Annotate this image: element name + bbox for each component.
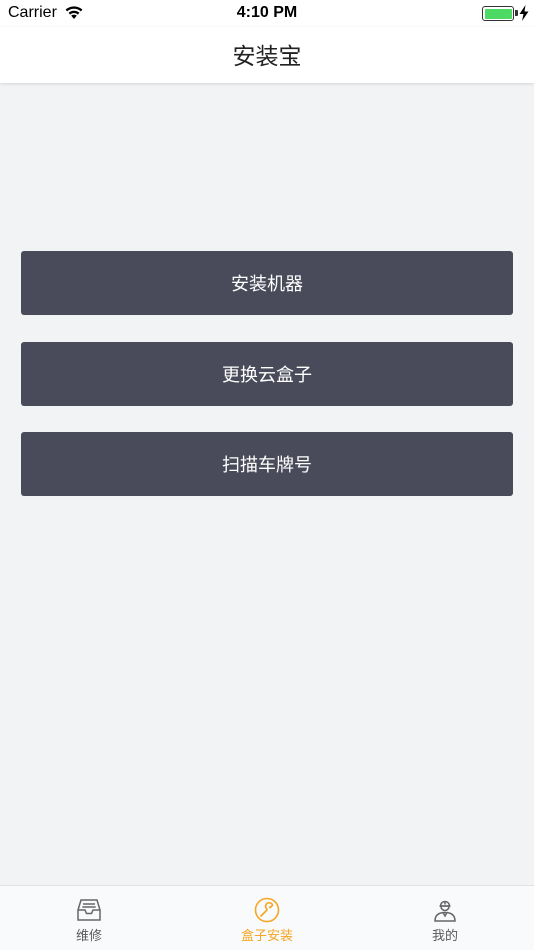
status-bar: Carrier 4:10 PM (0, 0, 534, 27)
battery-icon (482, 6, 514, 21)
inbox-tray-icon (76, 897, 102, 923)
tab-box-install[interactable]: 盒子安装 (178, 886, 356, 950)
navigation-bar: 安装宝 (0, 27, 534, 83)
tab-label: 盒子安装 (240, 929, 293, 944)
install-machine-button[interactable]: 安装机器 (21, 251, 513, 315)
tab-bar: 维修 盒子安装 我的 (0, 885, 534, 950)
worker-person-icon (432, 897, 458, 923)
status-time: 4:10 PM (236, 4, 298, 21)
charging-bolt-icon (519, 5, 529, 25)
app-screen: Carrier 4:10 PM 安装宝 安装机器 更换云盒子 扫描车牌号 维修 … (0, 0, 534, 950)
tab-repair[interactable]: 维修 (0, 886, 178, 950)
scan-plate-number-button[interactable]: 扫描车牌号 (21, 432, 513, 496)
wrench-circle-icon (254, 897, 280, 923)
tab-mine[interactable]: 我的 (356, 886, 534, 950)
replace-cloud-box-button[interactable]: 更换云盒子 (21, 342, 513, 406)
page-title: 安装宝 (232, 44, 302, 70)
battery-cap (515, 10, 518, 16)
tab-label: 我的 (431, 929, 458, 944)
tab-label: 维修 (75, 929, 102, 944)
